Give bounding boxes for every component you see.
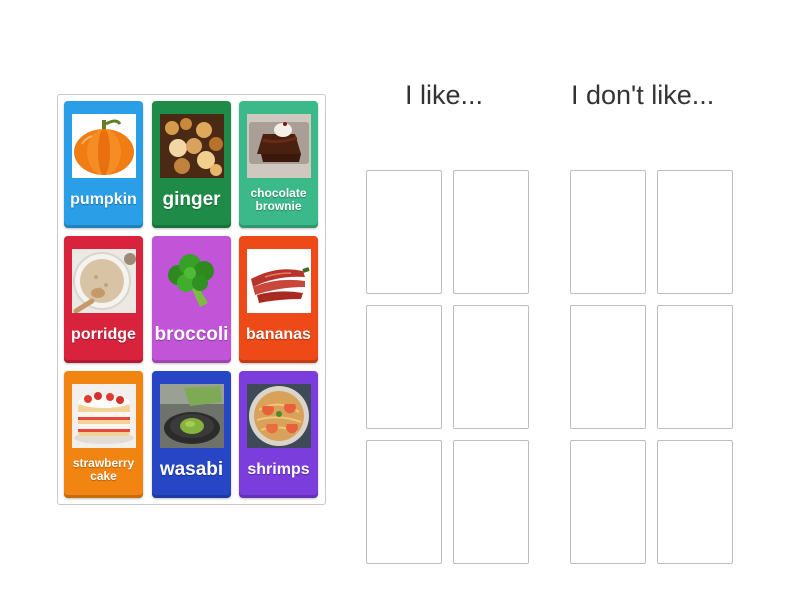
card-label: strawberry cake <box>72 456 135 483</box>
broccoli-icon <box>160 249 224 313</box>
card-label: pumpkin <box>70 190 137 208</box>
like-slot[interactable] <box>453 305 529 429</box>
wasabi-icon <box>160 384 224 448</box>
card-pumpkin[interactable]: pumpkin <box>64 101 143 228</box>
shrimps-icon <box>247 384 311 448</box>
card-shrimps[interactable]: shrimps <box>239 371 318 498</box>
like-slot[interactable] <box>366 305 442 429</box>
cake-icon <box>72 384 136 448</box>
card-label: wasabi <box>159 459 224 481</box>
ginger-icon <box>160 114 224 178</box>
card-chocolate-brownie[interactable]: chocolate brownie <box>239 101 318 228</box>
card-broccoli[interactable]: broccoli <box>152 236 231 363</box>
card-label: shrimps <box>247 460 310 478</box>
card-label: broccoli <box>154 324 229 346</box>
heading-dislike: I don't like... <box>571 80 715 110</box>
porridge-icon <box>72 249 136 313</box>
card-label: bananas <box>246 325 311 343</box>
card-label: porridge <box>71 325 136 343</box>
dislike-slot[interactable] <box>570 440 646 564</box>
card-ginger[interactable]: ginger <box>152 101 231 228</box>
card-porridge[interactable]: porridge <box>64 236 143 363</box>
card-label: ginger <box>162 189 221 211</box>
dislike-slot[interactable] <box>657 305 733 429</box>
like-slot[interactable] <box>366 170 442 294</box>
dislike-slot[interactable] <box>570 305 646 429</box>
heading-like: I like... <box>405 80 484 110</box>
card-wasabi[interactable]: wasabi <box>152 371 231 498</box>
pumpkin-icon <box>72 114 136 178</box>
card-bananas[interactable]: bananas <box>239 236 318 363</box>
brownie-icon <box>247 114 311 178</box>
dislike-slot[interactable] <box>657 170 733 294</box>
bananas-icon <box>247 249 311 313</box>
like-slot[interactable] <box>453 170 529 294</box>
dislike-slot[interactable] <box>570 170 646 294</box>
like-slot[interactable] <box>366 440 442 564</box>
card-label: chocolate brownie <box>250 186 307 213</box>
like-slot[interactable] <box>453 440 529 564</box>
card-strawberry-cake[interactable]: strawberry cake <box>64 371 143 498</box>
dislike-slot[interactable] <box>657 440 733 564</box>
